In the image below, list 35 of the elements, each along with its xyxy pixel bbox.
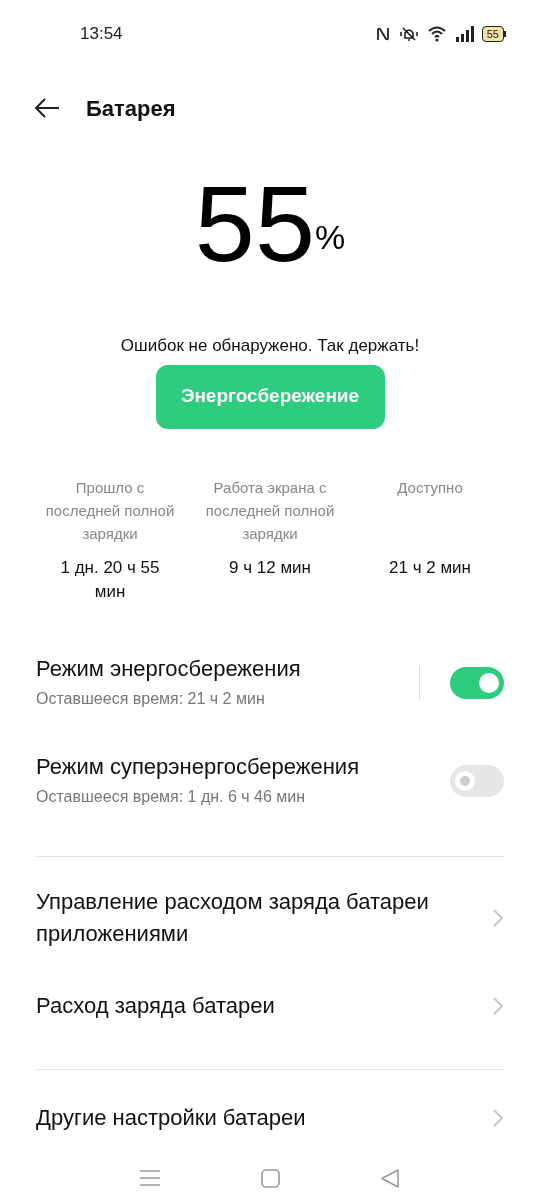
stat-label: Прошло с последней полной зарядки xyxy=(44,477,176,544)
toggle-switch[interactable] xyxy=(450,764,504,797)
stat-label: Доступно xyxy=(397,477,463,498)
status-time: 13:54 xyxy=(80,23,123,46)
back-arrow-icon[interactable] xyxy=(34,98,60,118)
mode-title: Режим энергосбережения xyxy=(36,654,301,683)
stat-value: 21 ч 2 мин xyxy=(388,556,472,579)
home-square-icon[interactable] xyxy=(261,1168,280,1188)
stat-label: Работа экрана с последней полной зарядки xyxy=(204,477,336,544)
settings-item[interactable]: Расход заряда батареи xyxy=(0,962,540,1049)
stat-value: 9 ч 12 мин xyxy=(228,556,312,579)
chevron-right-icon xyxy=(492,995,504,1016)
back-triangle-icon[interactable] xyxy=(380,1168,400,1188)
page-title: Батарея xyxy=(86,94,176,123)
muted-bell-icon xyxy=(397,26,420,42)
toggle-switch[interactable] xyxy=(450,666,504,699)
settings-item[interactable]: Другие настройки батареи xyxy=(0,1085,540,1150)
chevron-right-icon xyxy=(492,907,504,928)
settings-item-label: Расход заряда батареи xyxy=(36,991,276,1020)
menu-icon[interactable] xyxy=(140,1169,161,1187)
nfc-icon xyxy=(375,26,390,42)
battery-percentage: 55 xyxy=(194,170,315,278)
signal-icon xyxy=(455,26,474,42)
mode-subtitle: Оставшееся время: 21 ч 2 мин xyxy=(36,688,266,709)
mode-title: Режим суперэнергосбережения xyxy=(36,752,360,781)
status-message: Ошибок не обнаружено. Так держать! xyxy=(120,335,420,357)
percent-sign: % xyxy=(314,220,346,254)
settings-item-label: Управление расходом заряда батареи приложениями xyxy=(36,887,430,948)
stat-value: 1 дн. 20 ч 55 мин xyxy=(59,556,161,603)
settings-item[interactable]: Управление расходом заряда батареи приложениями xyxy=(0,872,540,963)
mode-subtitle: Оставшееся время: 1 дн. 6 ч 46 мин xyxy=(36,786,307,807)
battery-indicator: 55 xyxy=(481,26,504,42)
wifi-icon xyxy=(427,26,448,42)
chevron-right-icon xyxy=(492,1107,504,1128)
settings-item-label: Другие настройки батареи xyxy=(36,1103,307,1132)
